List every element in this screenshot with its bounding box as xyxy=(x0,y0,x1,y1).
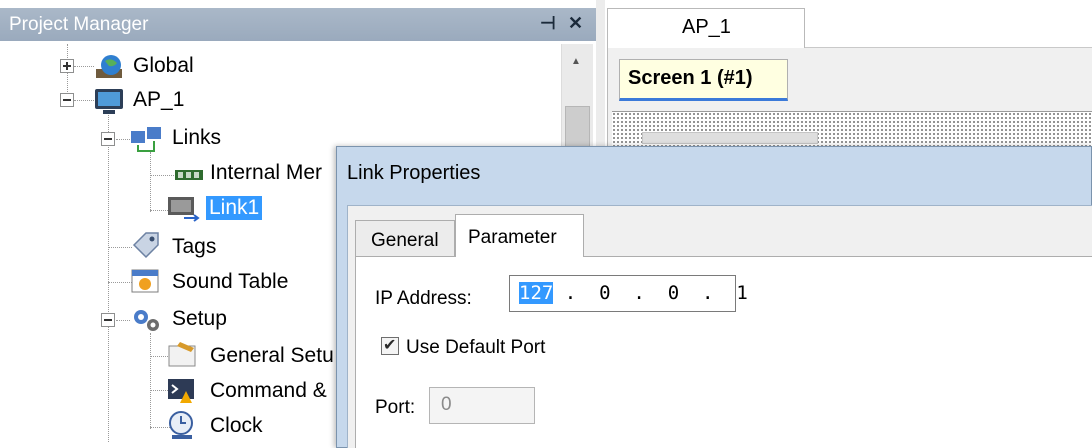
tree-connector xyxy=(74,100,94,101)
link-device-icon xyxy=(168,197,200,222)
ip-octet-selected: 127 xyxy=(519,282,554,304)
tree-connector xyxy=(74,66,94,67)
ip-address-value: 127 . 0 . 0 . 1 xyxy=(519,282,748,304)
tree-item-label: General Setu xyxy=(210,344,334,367)
pin-icon[interactable]: ⊣ xyxy=(540,13,556,34)
scroll-up-arrow-icon[interactable]: ▲ xyxy=(571,56,581,67)
tree-connector xyxy=(108,115,109,442)
ip-address-label: IP Address: xyxy=(375,288,472,309)
project-manager-title: Project Manager xyxy=(9,14,149,35)
dialog-title: Link Properties xyxy=(347,162,481,184)
ip-address-field[interactable]: 127 . 0 . 0 . 1 xyxy=(509,275,748,312)
command-icon xyxy=(168,379,194,403)
tree-item-label: Tags xyxy=(172,235,217,258)
links-icon xyxy=(131,127,161,152)
port-label: Port: xyxy=(375,397,416,418)
tree-item-label: Setup xyxy=(172,307,227,330)
tree-item-label: Links xyxy=(172,126,222,149)
tree-connector xyxy=(116,320,130,321)
tab-screen-1[interactable]: Screen 1 (#1) xyxy=(619,59,788,101)
tree-connector xyxy=(108,282,132,283)
tab-label: Parameter xyxy=(468,227,557,248)
port-field[interactable]: 0 xyxy=(429,387,535,424)
project-manager-title-bar: Project Manager ⊣ ✕ xyxy=(0,8,598,41)
tree-connector xyxy=(150,152,151,212)
tree-connector xyxy=(150,175,174,176)
tree-item-label: Sound Table xyxy=(172,270,289,293)
monitor-icon xyxy=(95,89,123,114)
tree-connector xyxy=(108,247,132,248)
close-icon[interactable]: ✕ xyxy=(568,13,583,34)
tree-connector xyxy=(150,333,151,429)
ip-octets-rest: . 0 . 0 . 1 xyxy=(553,282,748,304)
tree-item-label: AP_1 xyxy=(133,88,185,111)
collapse-setup-toggle[interactable] xyxy=(101,313,115,327)
tab-label: AP_1 xyxy=(682,16,731,38)
tab-ap1[interactable]: AP_1 xyxy=(607,8,805,48)
tree-item-label: Command & xyxy=(210,379,327,402)
tree-item-label: Global xyxy=(133,54,194,77)
memory-chip-icon xyxy=(175,170,203,180)
sound-table-icon xyxy=(131,269,159,293)
tab-label: Screen 1 (#1) xyxy=(628,67,753,89)
tree-connector xyxy=(116,139,130,140)
collapse-links-toggle[interactable] xyxy=(101,132,115,146)
tab-parameter[interactable]: Parameter xyxy=(455,214,584,257)
canvas-scrollbar[interactable] xyxy=(642,132,818,144)
tree-item-label: Clock xyxy=(210,414,263,437)
use-default-port-checkbox[interactable]: ✔ xyxy=(381,337,399,355)
tab-general[interactable]: General xyxy=(355,220,455,256)
checkmark-icon: ✔ xyxy=(383,337,397,354)
collapse-ap1-toggle[interactable] xyxy=(60,93,74,107)
expand-global-toggle[interactable] xyxy=(60,59,74,73)
setup-gears-icon xyxy=(134,310,159,331)
tree-item-label: Internal Mer xyxy=(210,161,323,184)
link-properties-dialog: Link Properties General Parameter IP Add… xyxy=(336,146,1092,448)
clock-icon xyxy=(169,411,193,439)
tree-item-label: Link1 xyxy=(206,196,263,220)
tab-label: General xyxy=(371,230,439,251)
globe-icon xyxy=(96,55,122,78)
port-value: 0 xyxy=(441,394,452,415)
use-default-port-label[interactable]: Use Default Port xyxy=(406,337,545,359)
tags-icon xyxy=(132,232,159,259)
general-setup-icon xyxy=(168,342,196,367)
